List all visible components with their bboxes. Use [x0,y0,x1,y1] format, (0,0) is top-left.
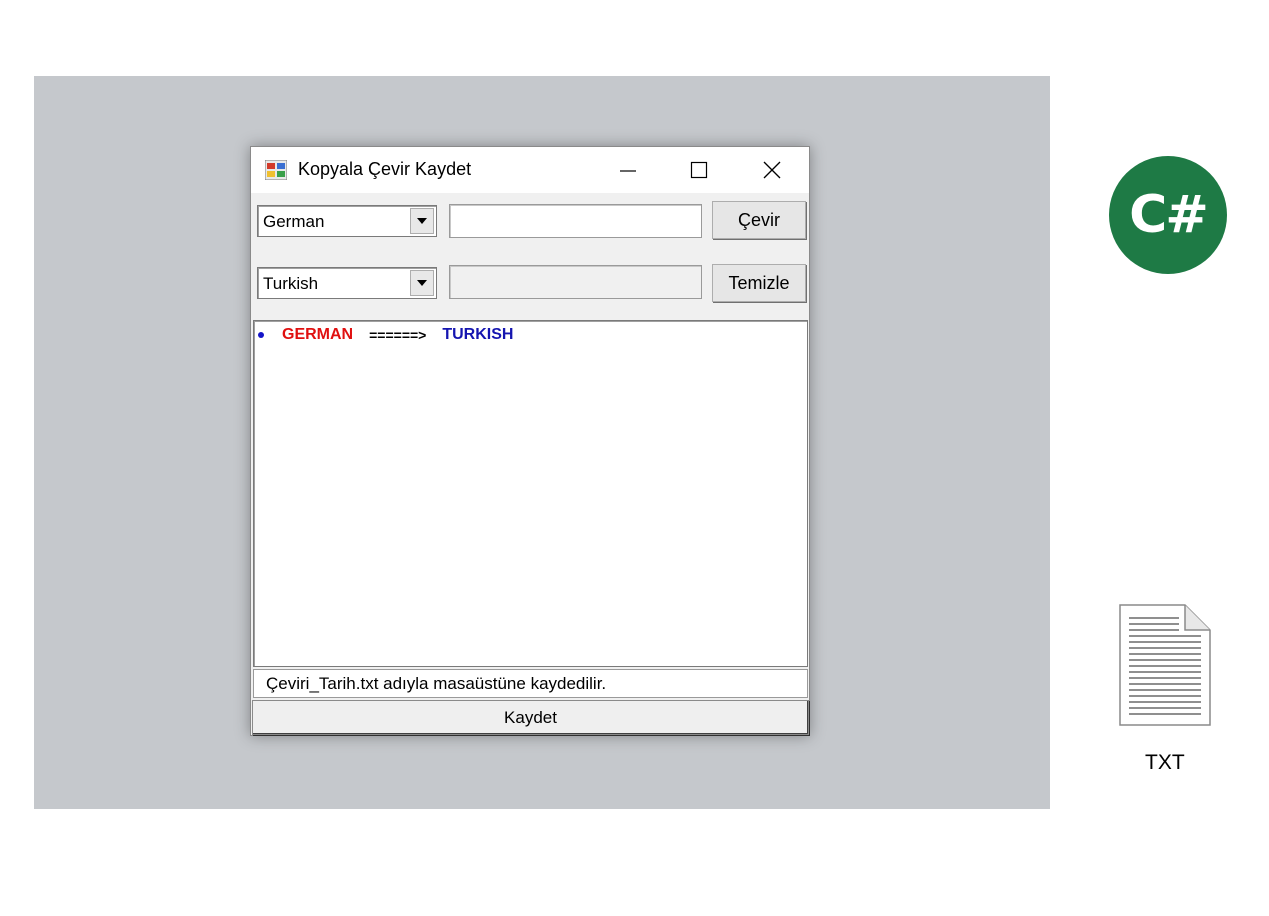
app-window: Kopyala Çevir Kaydet German Çevir Turkis… [250,146,810,736]
source-text-input[interactable] [450,205,701,237]
maximize-button[interactable] [664,147,734,193]
source-language-value: German [263,212,325,231]
minimize-icon [620,170,636,172]
status-text: Çeviri_Tarih.txt adıyla masaüstüne kayde… [266,674,607,693]
translation-output-box[interactable]: GERMAN ======> TURKISH [253,320,808,667]
app-icon [265,160,287,180]
target-text-input[interactable] [450,266,701,298]
bullet-icon [258,332,264,338]
output-arrow: ======> [369,327,427,343]
text-file-icon [1119,604,1211,726]
output-source-language: GERMAN [282,326,354,343]
chevron-down-icon[interactable] [410,208,434,234]
close-button[interactable] [737,147,807,193]
status-box: Çeviri_Tarih.txt adıyla masaüstüne kayde… [253,669,808,698]
close-icon [763,161,781,179]
maximize-icon [690,161,708,179]
title-bar[interactable]: Kopyala Çevir Kaydet [251,147,809,193]
save-button[interactable]: Kaydet [252,700,809,735]
clear-button[interactable]: Temizle [712,264,806,302]
page: Kopyala Çevir Kaydet German Çevir Turkis… [0,0,1269,916]
source-language-select[interactable]: German [257,205,437,237]
text-file-label: TXT [1145,751,1185,774]
output-target-language: TURKISH [442,326,514,343]
output-line: GERMAN ======> TURKISH [258,326,513,344]
target-language-value: Turkish [263,274,319,293]
minimize-button[interactable] [593,147,663,193]
csharp-logo: C# [1109,156,1227,274]
target-text-field[interactable] [449,265,702,299]
csharp-logo-text: C# [1129,185,1209,245]
window-title: Kopyala Çevir Kaydet [298,159,472,179]
target-language-select[interactable]: Turkish [257,267,437,299]
source-text-field[interactable] [449,204,702,238]
translate-button[interactable]: Çevir [712,201,806,239]
chevron-down-icon[interactable] [410,270,434,296]
